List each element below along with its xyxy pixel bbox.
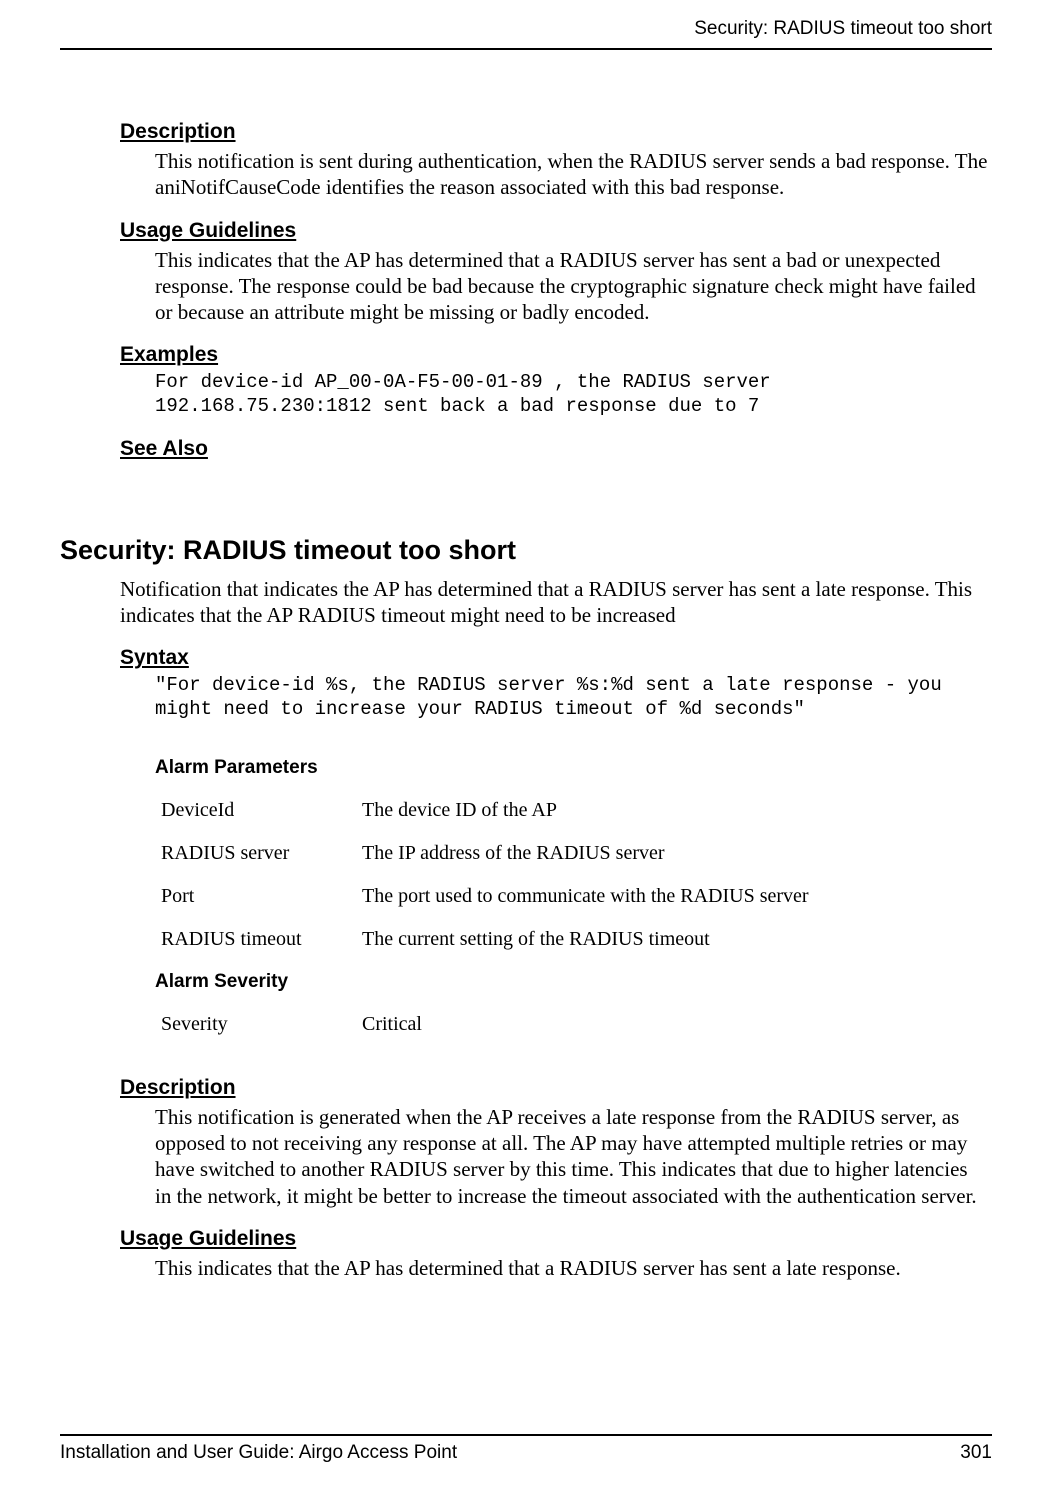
param-desc: The device ID of the AP: [362, 789, 992, 832]
table-row: RADIUS timeout The current setting of th…: [155, 918, 992, 961]
usage-body: This indicates that the AP has determine…: [60, 247, 992, 326]
description-body: This notification is sent during authent…: [60, 148, 992, 201]
usage-body-2: This indicates that the AP has determine…: [60, 1255, 992, 1281]
section-intro: Notification that indicates the AP has d…: [60, 576, 992, 629]
alarm-parameters-heading: Alarm Parameters: [155, 747, 992, 789]
param-desc: The IP address of the RADIUS server: [362, 832, 992, 875]
param-name: DeviceId: [155, 789, 362, 832]
table-section-header-row: Alarm Severity: [155, 961, 992, 1003]
section-heading-see-also: See Also: [60, 437, 992, 461]
alarm-severity-heading: Alarm Severity: [155, 961, 992, 1003]
description-body-2: This notification is generated when the …: [60, 1104, 992, 1209]
section-heading-description: Description: [60, 120, 992, 144]
alarm-parameters-table: Alarm Parameters DeviceId The device ID …: [155, 747, 992, 1046]
footer-rule: [60, 1434, 992, 1436]
section-heading-usage: Usage Guidelines: [60, 219, 992, 243]
table-row: DeviceId The device ID of the AP: [155, 789, 992, 832]
footer-row: Installation and User Guide: Airgo Acces…: [60, 1442, 992, 1464]
param-name: RADIUS server: [155, 832, 362, 875]
table-row: RADIUS server The IP address of the RADI…: [155, 832, 992, 875]
param-desc: The current setting of the RADIUS timeou…: [362, 918, 992, 961]
param-name: Port: [155, 875, 362, 918]
footer-left: Installation and User Guide: Airgo Acces…: [60, 1442, 457, 1464]
section-heading-usage-2: Usage Guidelines: [60, 1227, 992, 1251]
see-also-empty: [60, 465, 992, 505]
page: Security: RADIUS timeout too short Descr…: [0, 0, 1052, 1492]
table-section-header-row: Alarm Parameters: [155, 747, 992, 789]
severity-name: Severity: [155, 1003, 362, 1046]
syntax-body: "For device-id %s, the RADIUS server %s:…: [60, 674, 992, 722]
page-footer: Installation and User Guide: Airgo Acces…: [60, 1434, 992, 1464]
examples-body: For device-id AP_00-0A-F5-00-01-89 , the…: [60, 371, 992, 419]
alarm-parameters-block: Alarm Parameters DeviceId The device ID …: [60, 747, 992, 1046]
footer-page-number: 301: [960, 1442, 992, 1464]
page-content: Description This notification is sent du…: [60, 50, 992, 1281]
param-name: RADIUS timeout: [155, 918, 362, 961]
table-row: Severity Critical: [155, 1003, 992, 1046]
section-heading-description-2: Description: [60, 1076, 992, 1100]
running-header: Security: RADIUS timeout too short: [60, 0, 992, 48]
section-heading-syntax: Syntax: [60, 646, 992, 670]
section-heading-examples: Examples: [60, 343, 992, 367]
section-title: Security: RADIUS timeout too short: [60, 535, 992, 566]
param-desc: The port used to communicate with the RA…: [362, 875, 992, 918]
severity-value: Critical: [362, 1003, 992, 1046]
table-row: Port The port used to communicate with t…: [155, 875, 992, 918]
